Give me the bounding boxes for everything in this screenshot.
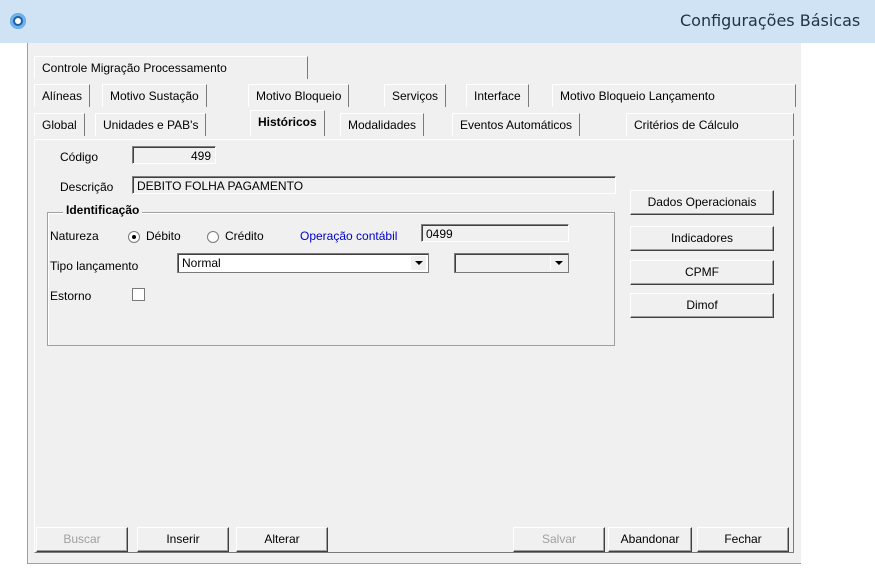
debito-label[interactable]: Débito	[146, 229, 181, 243]
window-title: Configurações Básicas	[680, 11, 861, 30]
codigo-label: Código	[60, 150, 99, 164]
credito-radio[interactable]	[207, 231, 219, 243]
debito-radio[interactable]	[128, 231, 140, 243]
natureza-label: Natureza	[50, 229, 99, 243]
tipo-lancamento-value: Normal	[182, 256, 221, 270]
tab-motivo-bloqueio[interactable]: Motivo Bloqueio	[248, 84, 350, 107]
estorno-label: Estorno	[50, 289, 92, 303]
buscar-button[interactable]: Buscar	[36, 527, 128, 552]
tab-eventos-automaticos[interactable]: Eventos Automáticos	[452, 113, 581, 136]
tab-interface[interactable]: Interface	[466, 84, 529, 107]
tab-motivo-sustacao[interactable]: Motivo Sustação	[102, 84, 207, 107]
abandonar-button[interactable]: Abandonar	[608, 527, 692, 552]
app-icon	[10, 13, 26, 29]
tab-historicos[interactable]: Históricos	[250, 110, 325, 136]
tab-motivo-bloqueio-lancamento[interactable]: Motivo Bloqueio Lançamento	[552, 84, 796, 107]
dados-operacionais-button[interactable]: Dados Operacionais	[630, 190, 774, 215]
dimof-button[interactable]: Dimof	[630, 293, 774, 318]
tab-global[interactable]: Global	[34, 113, 85, 136]
indicadores-button[interactable]: Indicadores	[630, 226, 774, 251]
tipo-lancamento-secondary-select[interactable]	[454, 253, 569, 273]
tipo-lancamento-select[interactable]: Normal	[177, 253, 429, 273]
descricao-field[interactable]: DEBITO FOLHA PAGAMENTO	[132, 176, 616, 194]
tab-controle-migracao[interactable]: Controle Migração Processamento	[34, 56, 308, 79]
cpmf-button[interactable]: CPMF	[630, 260, 774, 285]
title-bar: Configurações Básicas	[0, 0, 875, 43]
inserir-button[interactable]: Inserir	[137, 527, 229, 552]
operacao-contabil-label: Operação contábil	[300, 229, 398, 243]
identificacao-title: Identificação	[63, 203, 143, 217]
tab-modalidades[interactable]: Modalidades	[340, 113, 425, 136]
tipo-lancamento-label: Tipo lançamento	[50, 259, 139, 273]
descricao-label: Descrição	[60, 180, 114, 194]
tab-unidades-pabs[interactable]: Unidades e PAB's	[95, 113, 207, 136]
tab-servicos[interactable]: Serviços	[384, 84, 447, 107]
operacao-contabil-field[interactable]: 0499	[421, 224, 569, 242]
alterar-button[interactable]: Alterar	[236, 527, 328, 552]
codigo-field[interactable]: 499	[132, 146, 216, 164]
credito-label[interactable]: Crédito	[225, 229, 264, 243]
estorno-checkbox[interactable]	[132, 288, 145, 301]
tab-alineas[interactable]: Alíneas	[34, 84, 91, 107]
chevron-down-icon[interactable]	[410, 256, 426, 270]
salvar-button[interactable]: Salvar	[513, 527, 605, 552]
chevron-down-icon[interactable]	[550, 256, 566, 270]
fechar-button[interactable]: Fechar	[697, 527, 789, 552]
tab-criterios-calculo[interactable]: Critérios de Cálculo	[626, 113, 794, 136]
